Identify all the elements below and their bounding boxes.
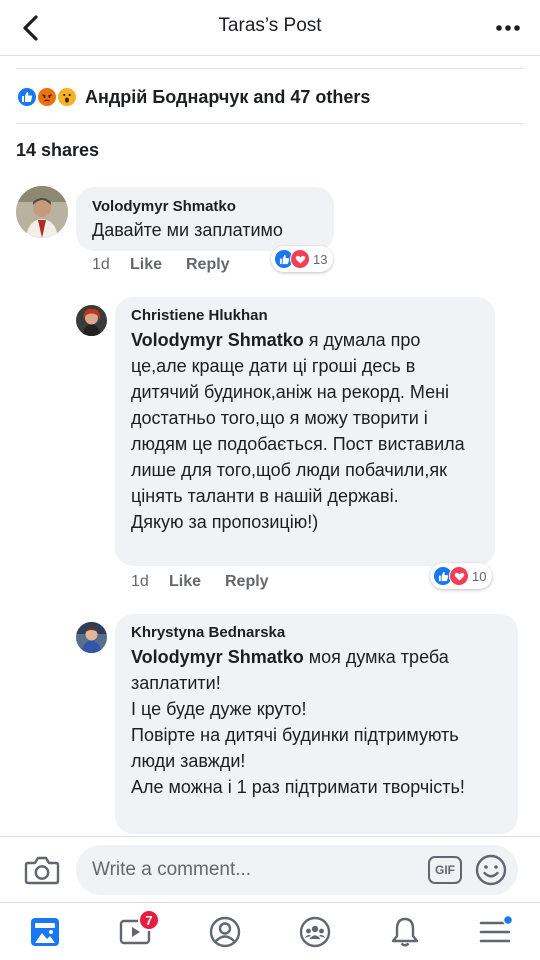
camera-button[interactable] [24,854,60,886]
like-button[interactable]: Like [130,256,186,274]
comment-bubble: Christiene Hlukhan Volodymyr Shmatko я д… [115,297,495,566]
like-button[interactable]: Like [169,573,225,591]
person-photo-icon [76,305,107,336]
comment-author[interactable]: Khrystyna Bednarska [131,624,502,641]
groups-icon [299,916,331,948]
camera-icon [24,856,60,885]
divider [16,123,524,124]
gif-button[interactable]: GIF [428,856,462,884]
comment-composer: GIF [0,836,540,902]
reply-button[interactable]: Reply [225,573,269,591]
nav-watch[interactable]: 7 [90,903,180,960]
comment-mention[interactable]: Volodymyr Shmatko [131,647,304,667]
notifications-icon [391,917,419,947]
comment-body: моя думка треба заплатити! І це буде дуж… [131,647,465,797]
reply-button[interactable]: Reply [186,256,230,274]
smiley-icon [475,854,507,886]
comment-time: 1d [131,573,149,590]
angry-reaction-icon [36,86,58,108]
comment-actions: 1d Like Reply [92,256,230,274]
reaction-count: 13 [313,251,328,267]
comment-author[interactable]: Christiene Hlukhan [131,307,479,324]
comment-author[interactable]: Volodymyr Shmatko [92,198,318,215]
person-photo-icon [16,186,68,238]
shares-count[interactable]: 14 shares [16,140,99,161]
notification-badge: 7 [138,909,160,931]
reaction-icons [16,85,80,109]
love-reaction-icon [449,566,469,586]
bottom-navigation: 7 [0,902,540,960]
comment-bubble: Khrystyna Bednarska Volodymyr Shmatko мо… [115,614,518,834]
comment-time: 1d [92,256,110,273]
page-title: Taras’s Post [218,15,322,36]
avatar[interactable] [76,622,107,653]
comment-body: я думала про це,але краще дати ці гроші … [131,330,465,532]
nav-groups[interactable] [270,903,360,960]
nav-profile[interactable] [180,903,270,960]
more-horizontal-icon [496,25,520,31]
news-feed-icon [31,918,59,946]
wow-reaction-icon [56,86,78,108]
comment-actions: 1d Like Reply [131,573,269,591]
comment-bubble: Volodymyr Shmatko Давайте ми заплатимо [76,187,334,251]
top-bar: Taras’s Post [0,0,540,56]
more-options-button[interactable] [492,12,524,44]
comment-text: Volodymyr Shmatko я думала про це,але кр… [131,327,479,535]
avatar[interactable] [16,186,68,238]
nav-news-feed[interactable] [0,903,90,960]
comment-reactions-badge[interactable]: 13 [271,246,334,272]
menu-icon [479,915,512,943]
emoji-button[interactable] [474,853,508,887]
comment-text: Давайте ми заплатимо [92,220,283,240]
like-reaction-icon [16,86,38,108]
reactions-summary[interactable]: Андрій Боднарчук and 47 others [16,84,370,110]
person-photo-icon [76,622,107,653]
reaction-count: 10 [472,568,487,584]
love-reaction-icon [290,249,310,269]
comment-mention[interactable]: Volodymyr Shmatko [131,330,304,350]
reactions-summary-text: Андрій Боднарчук and 47 others [85,86,371,107]
nav-menu[interactable] [450,903,540,960]
avatar[interactable] [76,305,107,336]
divider [16,68,524,69]
profile-icon [209,916,241,948]
nav-notifications[interactable] [360,903,450,960]
comment-reactions-badge[interactable]: 10 [430,563,493,589]
comment-text: Volodymyr Shmatko моя думка треба заплат… [131,644,502,800]
